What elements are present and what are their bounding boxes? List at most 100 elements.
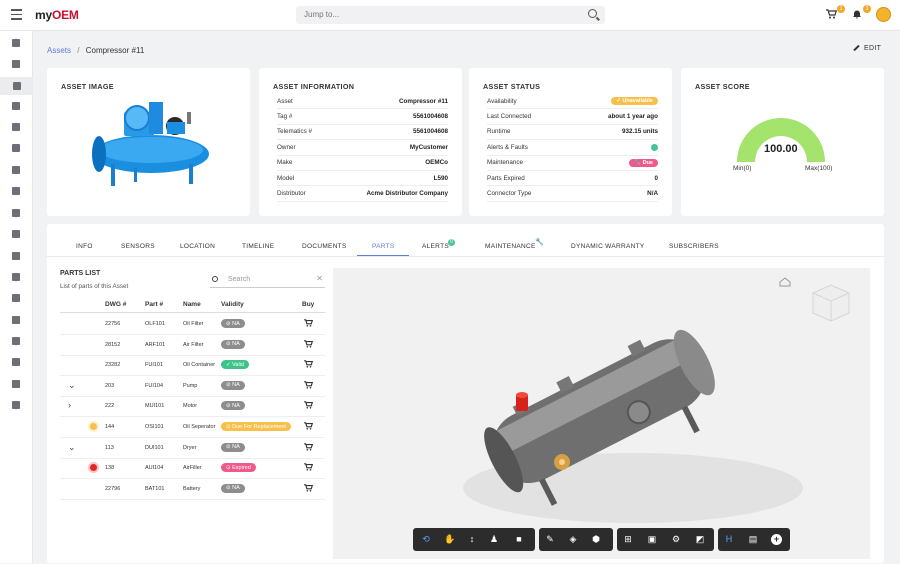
status-pill: ✓ Unavailable	[611, 97, 658, 106]
expand-row-icon[interactable]: ⌄	[68, 442, 76, 453]
tab-documents[interactable]: DOCUMENTS	[302, 243, 347, 250]
table-row[interactable]: 23282 FUI101 Oil Container ✓ Valid	[60, 355, 325, 377]
tab-parts[interactable]: PARTS	[372, 243, 395, 250]
grid-icon[interactable]	[10, 143, 22, 153]
measure-label[interactable]: H	[724, 534, 734, 544]
cart-nav-icon[interactable]	[10, 379, 22, 389]
status-value: 932.15 units	[621, 128, 658, 136]
buy-cart-icon[interactable]	[304, 360, 314, 368]
measure-icon[interactable]: ✎	[545, 534, 555, 544]
name-cell: Battery	[183, 485, 201, 492]
dashboard-icon[interactable]	[10, 38, 22, 48]
apps-icon[interactable]	[10, 400, 22, 410]
book-icon[interactable]	[10, 293, 22, 303]
buy-cart-icon[interactable]	[304, 319, 314, 327]
explode-icon[interactable]: ⬢	[591, 534, 601, 544]
table-row[interactable]: 22796 BAT101 Battery ⊘ NA	[60, 479, 325, 500]
buy-cart-icon[interactable]	[304, 381, 314, 389]
first-person-icon[interactable]: ♟	[489, 534, 499, 544]
buy-cart-icon[interactable]	[304, 463, 314, 471]
sidebar	[0, 31, 33, 563]
folder-icon[interactable]	[10, 229, 22, 239]
tab-subscribers[interactable]: SUBSCRIBERS	[669, 243, 719, 250]
menu-icon[interactable]	[11, 9, 22, 20]
status-key: Last Connected	[487, 113, 532, 121]
video-icon[interactable]	[10, 208, 22, 218]
hierarchy-icon[interactable]	[10, 59, 22, 69]
jump-search-input[interactable]: Jump to...	[296, 6, 605, 24]
app-logo[interactable]: myOEM	[35, 8, 79, 22]
name-cell: Motor	[183, 403, 198, 410]
buy-cart-icon[interactable]	[304, 339, 314, 348]
clear-search-icon[interactable]: ✕	[316, 274, 323, 283]
notifications-button[interactable]: 1	[852, 5, 871, 21]
assets-icon[interactable]	[0, 77, 33, 95]
buy-cart-icon[interactable]	[304, 484, 314, 492]
user-avatar[interactable]	[876, 7, 891, 22]
location-icon[interactable]	[10, 122, 22, 132]
tab-timeline[interactable]: TIMELINE	[242, 243, 274, 250]
dwg-cell: 113	[105, 444, 114, 451]
table-row[interactable]: 138 AUI104 AirFiller ⊙ Expired	[60, 458, 325, 480]
table-row[interactable]: › 222 MUI101 Motor ⊘ NA	[60, 396, 325, 418]
table-row[interactable]: 22756 OLF101 Oil Filter ⊘ NA	[60, 314, 325, 335]
edit-button[interactable]: EDIT	[853, 44, 882, 52]
settings-icon[interactable]: ⚙	[671, 534, 681, 544]
tab-info[interactable]: INFO	[76, 243, 93, 250]
org-chart-icon[interactable]	[10, 101, 22, 111]
table-row[interactable]: ⌄ 113 DUI101 Dryer ⊘ NA	[60, 438, 325, 459]
dwg-cell: 203	[105, 382, 115, 389]
key-icon[interactable]	[10, 315, 22, 325]
parts-header-dwg: DWG #	[105, 301, 127, 308]
orbit-icon[interactable]: ⟲	[421, 534, 431, 544]
info-value: 5561004608	[412, 113, 448, 121]
info-key: Telematics #	[277, 128, 312, 136]
fullscreen-icon[interactable]: ◩	[695, 534, 705, 544]
table-row[interactable]: 144 OSI101 Oil Seperator ⊙ Due For Replacem…	[60, 417, 325, 438]
table-row[interactable]: 28152 ARF101 Air Filter ⊘ NA	[60, 335, 325, 356]
pie-chart-icon[interactable]	[10, 251, 22, 261]
expand-row-icon[interactable]: ›	[68, 400, 71, 410]
tab-alerts[interactable]: ALERTS	[422, 243, 449, 250]
model-browser-icon[interactable]: ⊞	[623, 534, 633, 544]
add-icon[interactable]: +	[771, 534, 782, 545]
pan-icon[interactable]: ✋	[444, 534, 455, 544]
status-key: Runtime	[487, 128, 511, 136]
info-row: Telematics # 5561004608	[277, 125, 448, 141]
dwg-cell: 144	[105, 424, 115, 430]
dwg-cell: 138	[105, 465, 115, 472]
cart-button[interactable]: 1	[826, 5, 845, 21]
tab-sensors[interactable]: SENSORS	[121, 243, 155, 250]
checklist-icon[interactable]	[10, 357, 22, 367]
info-key: Tag #	[277, 113, 293, 121]
tab-maintenance[interactable]: MAINTENANCE	[485, 243, 536, 250]
table-row[interactable]: ⌄ 203 FUI104 Pump ⊘ NA	[60, 376, 325, 397]
parts-search-input[interactable]: Search ✕	[210, 273, 325, 288]
edit-label: EDIT	[864, 45, 882, 52]
validity-badge: ⊙ Expired	[221, 463, 256, 473]
tab-location[interactable]: LOCATION	[180, 243, 215, 250]
dwg-cell: 23282	[105, 362, 121, 369]
dwg-cell: 222	[105, 403, 115, 410]
tab-dynamic-warranty[interactable]: DYNAMIC WARRANTY	[571, 243, 645, 250]
asset-image-title: ASSET IMAGE	[61, 82, 114, 91]
section-icon[interactable]: ◈	[568, 534, 578, 544]
zoom-icon[interactable]: ↕	[467, 534, 477, 544]
properties-icon[interactable]: ▣	[647, 534, 657, 544]
expand-row-icon[interactable]: ⌄	[68, 380, 76, 391]
alert-icon[interactable]	[10, 165, 22, 175]
document-icon[interactable]: ▤	[748, 534, 758, 544]
bell-icon	[853, 10, 861, 19]
part-cell: FUI101	[145, 362, 164, 369]
wrench-icon[interactable]	[10, 186, 22, 196]
status-row: Maintenance 🔧 Due	[487, 156, 658, 171]
buy-cart-icon[interactable]	[304, 401, 314, 409]
3d-viewer[interactable]	[333, 268, 870, 559]
info-row: Distributor Acme Distributor Company	[277, 186, 448, 202]
graduation-icon[interactable]	[10, 336, 22, 346]
camera-icon[interactable]: ■	[514, 534, 524, 544]
buy-cart-icon[interactable]	[304, 422, 314, 430]
buy-cart-icon[interactable]	[304, 442, 314, 451]
building-icon[interactable]	[10, 272, 22, 282]
breadcrumb-assets-link[interactable]: Assets	[47, 46, 71, 55]
